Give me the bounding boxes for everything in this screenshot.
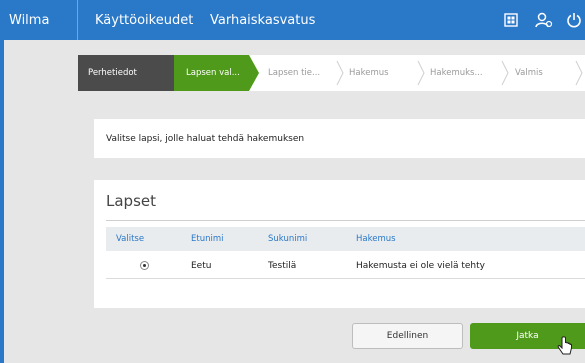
hand-cursor-icon [557,336,572,355]
step-separator [336,60,344,86]
step-lapsen-tiedot: Lapsen tie... [268,68,321,78]
column-header-sukunimi: Sukunimi [268,234,308,244]
step-valmis: Valmis [515,68,543,78]
step-separator [501,60,509,86]
step-perhetiedot[interactable]: Perhetiedot [78,55,174,91]
step-hakemus: Hakemus [349,68,389,78]
cell-first-name: Eetu [191,260,212,271]
column-header-hakemus: Hakemus [356,234,396,244]
divider [106,220,585,221]
step-lapsen-valinta[interactable]: Lapsen val... [174,55,249,91]
nav-link-kayttooikeudet[interactable]: Käyttöoikeudet [95,0,193,40]
nav-link-varhaiskasvatus[interactable]: Varhaiskasvatus [210,0,315,40]
cell-last-name: Testilä [268,260,297,271]
previous-button[interactable]: Edellinen [352,323,463,349]
step-arrow-active [249,55,259,91]
panel-title: Lapset [106,192,156,210]
wizard-steps: Perhetiedot Lapsen val... Lapsen tie... … [78,55,585,91]
table-header: Valitse Etunimi Sukunimi Hakemus [106,227,585,251]
left-accent-strip [0,40,4,363]
step-separator [417,60,425,86]
column-header-etunimi: Etunimi [191,234,224,244]
grid-icon[interactable] [495,0,527,40]
brand-link[interactable]: Wilma [0,0,78,40]
step-separator [575,60,583,86]
user-settings-icon[interactable] [528,0,560,40]
select-child-radio[interactable] [140,261,149,270]
instruction-text: Valitse lapsi, jolle haluat tehdä hakemu… [94,119,585,158]
column-header-valitse: Valitse [116,234,145,244]
children-panel: Lapset Valitse Etunimi Sukunimi Hakemus … [94,180,585,308]
table-row[interactable]: Eetu Testilä Hakemusta ei ole vielä teht… [106,253,585,279]
top-navigation-bar: Wilma Käyttöoikeudet Varhaiskasvatus [0,0,585,40]
power-icon[interactable] [558,0,585,40]
cell-application-status: Hakemusta ei ole vielä tehty [356,260,485,271]
step-hakemuksen-tarkistus: Hakemuks... [430,68,483,78]
